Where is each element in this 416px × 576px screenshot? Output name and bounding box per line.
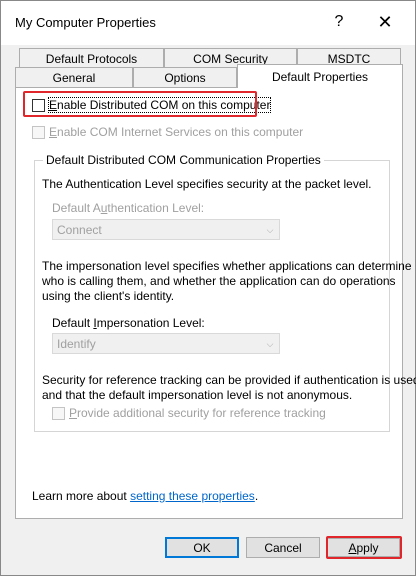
help-button[interactable]: ?: [319, 7, 359, 37]
tab-label: General: [52, 71, 96, 85]
dcom-communication-group: Default Distributed COM Communication Pr…: [34, 153, 416, 432]
group-title: Default Distributed COM Communication Pr…: [43, 153, 324, 167]
enable-dcom-label[interactable]: Enable Distributed COM on this computer: [47, 97, 272, 113]
cancel-button[interactable]: Cancel: [246, 537, 320, 558]
close-button[interactable]: ✕: [365, 7, 405, 37]
auth-level-dropdown[interactable]: Connect ⌵: [52, 219, 280, 240]
auth-level-value: Connect: [57, 222, 102, 237]
tab-label: Default Protocols: [45, 51, 138, 66]
reference-tracking-label: Provide additional security for referenc…: [69, 406, 326, 420]
reference-tracking-description-line1: Security for reference tracking can be p…: [42, 373, 416, 387]
title-bar: My Computer Properties ? ✕: [1, 1, 415, 45]
learn-more-suffix: .: [254, 489, 259, 503]
impersonation-description-line1: The impersonation level specifies whethe…: [42, 259, 412, 273]
chevron-down-icon: ⌵: [266, 339, 274, 349]
enable-cis-checkbox[interactable]: [32, 125, 45, 139]
tab-default-protocols[interactable]: Default Protocols: [19, 48, 164, 68]
tab-options[interactable]: Options: [133, 67, 237, 88]
properties-dialog: My Computer Properties ? ✕ Default Proto…: [0, 0, 416, 576]
close-icon: ✕: [377, 11, 393, 32]
impersonation-description-line3: using the client's identity.: [42, 289, 175, 303]
setting-properties-link[interactable]: setting these properties: [130, 489, 255, 503]
apply-button[interactable]: Apply: [327, 538, 400, 557]
window-title: My Computer Properties: [15, 15, 156, 30]
impersonation-level-label: Default Impersonation Level:: [52, 316, 205, 330]
reference-tracking-row[interactable]: Provide additional security for referenc…: [52, 406, 326, 420]
enable-cis-label: Enable COM Internet Services on this com…: [49, 125, 304, 139]
help-icon: ?: [334, 13, 344, 30]
enable-dcom-row[interactable]: Enable Distributed COM on this computer: [32, 97, 272, 113]
ok-button-label: OK: [193, 540, 211, 555]
apply-button-label: Apply: [348, 540, 379, 555]
chevron-down-icon: ⌵: [266, 225, 274, 235]
enable-cis-row[interactable]: Enable COM Internet Services on this com…: [32, 125, 303, 139]
auth-description: The Authentication Level specifies secur…: [42, 177, 372, 191]
tab-label: Options: [164, 71, 206, 85]
default-properties-panel: Enable Distributed COM on this computer …: [15, 87, 416, 519]
impersonation-level-dropdown[interactable]: Identify ⌵: [52, 333, 280, 354]
learn-more-prefix: Learn more about: [32, 489, 131, 503]
tab-general[interactable]: General: [15, 67, 133, 88]
ok-button[interactable]: OK: [165, 537, 239, 558]
reference-tracking-description-line2: and that the default impersonation level…: [42, 388, 353, 402]
impersonation-level-value: Identify: [57, 336, 96, 351]
impersonation-description-line2: who is calling them, and whether the app…: [42, 274, 396, 288]
reference-tracking-checkbox[interactable]: [52, 406, 65, 420]
cancel-button-label: Cancel: [264, 540, 302, 555]
tab-label: Default Properties: [271, 69, 369, 84]
learn-more-text: Learn more about setting these propertie…: [32, 489, 258, 503]
auth-level-label: Default Authentication Level:: [52, 201, 205, 215]
tab-default-properties[interactable]: Default Properties: [237, 64, 403, 88]
enable-dcom-checkbox[interactable]: [32, 98, 45, 112]
